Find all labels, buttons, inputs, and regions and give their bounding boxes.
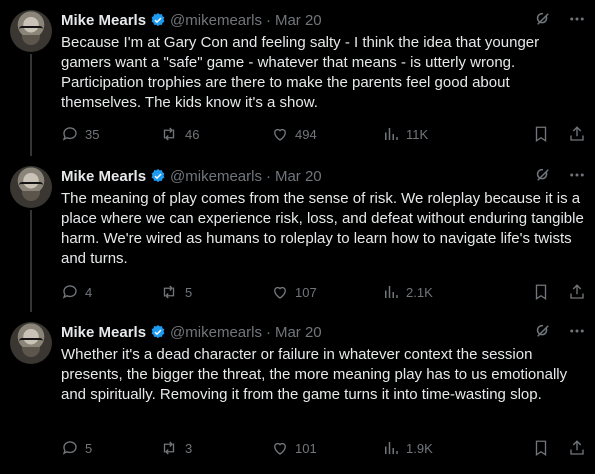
tweet-header: Mike Mearls @mikemearls · Mar 20 <box>61 9 586 31</box>
repost-icon <box>163 127 175 141</box>
bookmark-icon[interactable] <box>532 283 550 301</box>
grok-icon[interactable] <box>534 166 552 184</box>
author-handle[interactable]: @mikemearls <box>170 12 262 29</box>
tweet-actions: 35 46 494 11K <box>61 122 586 146</box>
repost-button[interactable]: 5 <box>159 283 271 301</box>
views-button[interactable]: 1.9K <box>382 439 502 457</box>
separator-dot: · <box>265 323 271 341</box>
verified-badge-icon <box>150 12 166 28</box>
avatar[interactable] <box>10 322 52 364</box>
views-count: 1.9K <box>406 440 433 456</box>
author-handle[interactable]: @mikemearls <box>170 168 262 185</box>
tweet-header: Mike Mearls @mikemearls · Mar 20 <box>61 165 586 187</box>
author-name[interactable]: Mike Mearls <box>61 324 146 341</box>
tweet[interactable]: Mike Mearls @mikemearls · Mar 20 Because… <box>0 0 595 160</box>
reply-count: 5 <box>85 440 93 456</box>
tweet-timestamp[interactable]: Mar 20 <box>275 12 322 29</box>
more-icon[interactable] <box>568 166 586 184</box>
tweet-actions: 4 5 107 2.1K <box>61 280 586 304</box>
author-handle[interactable]: @mikemearls <box>170 324 262 341</box>
share-icon[interactable] <box>568 439 586 457</box>
reply-button[interactable]: 4 <box>61 283 159 301</box>
tweet-header: Mike Mearls @mikemearls · Mar 20 <box>61 321 586 343</box>
repost-count: 5 <box>185 284 193 300</box>
reply-icon <box>62 441 77 455</box>
like-icon <box>274 286 286 299</box>
tweet-text: Whether it's a dead character or failure… <box>61 346 568 403</box>
author-name[interactable]: Mike Mearls <box>61 12 146 29</box>
bookmark-icon[interactable] <box>532 125 550 143</box>
tweet-actions: 5 3 101 1.9K <box>61 436 586 460</box>
more-icon[interactable] <box>568 10 586 28</box>
repost-icon <box>163 285 175 299</box>
grok-icon[interactable] <box>534 322 552 340</box>
tweet-thread: Mike Mearls @mikemearls · Mar 20 Because… <box>0 0 595 474</box>
repost-button[interactable]: 3 <box>159 439 271 457</box>
like-count: 494 <box>295 126 317 142</box>
grok-icon[interactable] <box>534 10 552 28</box>
like-button[interactable]: 494 <box>271 125 382 143</box>
views-icon <box>385 442 398 454</box>
avatar[interactable] <box>10 166 52 208</box>
tweet-timestamp[interactable]: Mar 20 <box>275 168 322 185</box>
views-button[interactable]: 11K <box>382 125 502 143</box>
repost-icon <box>163 441 175 455</box>
avatar[interactable] <box>10 10 52 52</box>
verified-badge-icon <box>150 168 166 184</box>
repost-button[interactable]: 46 <box>159 125 271 143</box>
views-icon <box>385 286 398 298</box>
tweet-timestamp[interactable]: Mar 20 <box>275 324 322 341</box>
repost-count: 46 <box>185 126 200 142</box>
tweet-text: Because I'm at Gary Con and feeling salt… <box>61 34 540 111</box>
reply-button[interactable]: 5 <box>61 439 159 457</box>
reply-icon <box>62 127 77 141</box>
like-count: 101 <box>295 440 317 456</box>
like-icon <box>274 442 286 455</box>
bookmark-icon[interactable] <box>532 439 550 457</box>
separator-dot: · <box>265 167 271 185</box>
share-icon[interactable] <box>568 283 586 301</box>
verified-badge-icon <box>150 324 166 340</box>
reply-button[interactable]: 35 <box>61 125 159 143</box>
separator-dot: · <box>265 11 271 29</box>
share-icon[interactable] <box>568 125 586 143</box>
reply-count: 35 <box>85 126 100 142</box>
repost-count: 3 <box>185 440 193 456</box>
tweet[interactable]: Mike Mearls @mikemearls · Mar 20 The mea… <box>0 156 595 316</box>
views-button[interactable]: 2.1K <box>382 283 502 301</box>
views-count: 11K <box>406 126 429 142</box>
like-count: 107 <box>295 284 317 300</box>
views-icon <box>385 128 398 140</box>
tweet[interactable]: Mike Mearls @mikemearls · Mar 20 Whether… <box>0 312 595 474</box>
like-button[interactable]: 101 <box>271 439 382 457</box>
more-icon[interactable] <box>568 322 586 340</box>
reply-count: 4 <box>85 284 93 300</box>
reply-icon <box>62 285 77 299</box>
like-icon <box>274 128 286 141</box>
like-button[interactable]: 107 <box>271 283 382 301</box>
author-name[interactable]: Mike Mearls <box>61 168 146 185</box>
tweet-text: The meaning of play comes from the sense… <box>61 190 584 267</box>
views-count: 2.1K <box>406 284 433 300</box>
